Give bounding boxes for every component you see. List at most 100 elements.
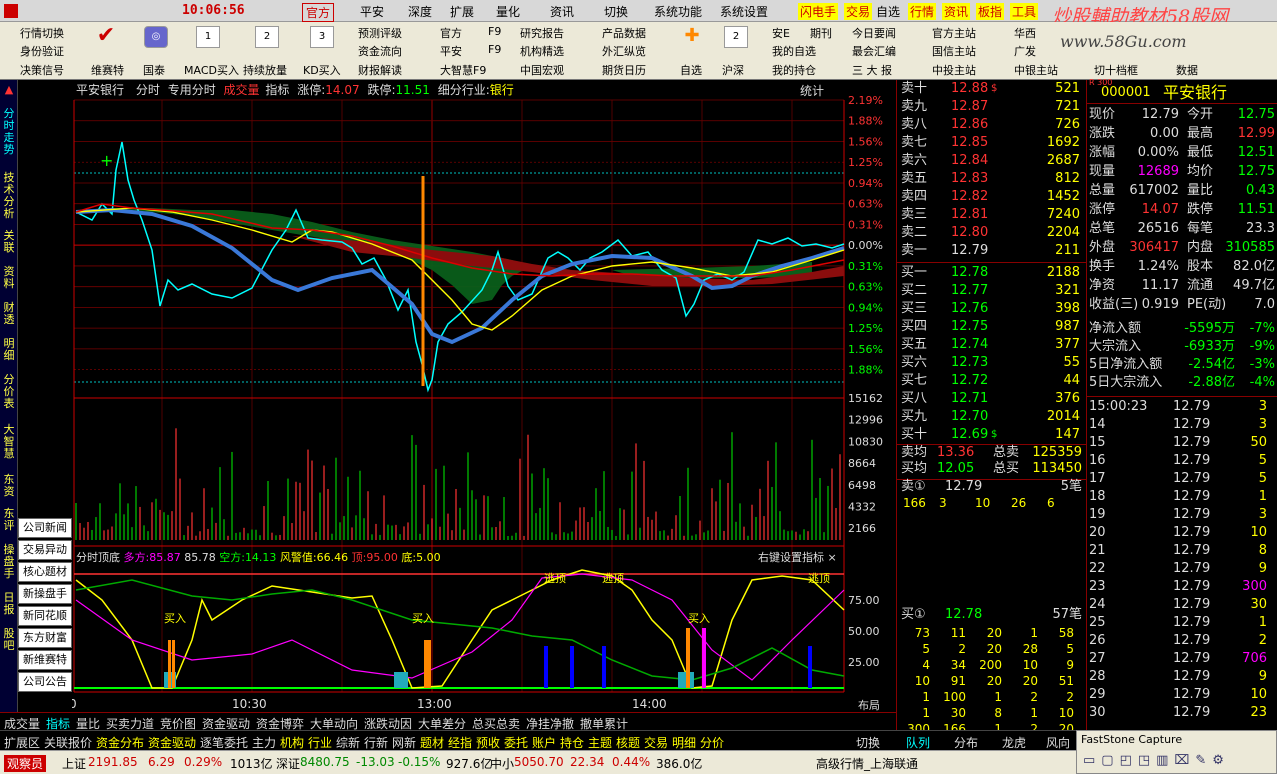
app-logo-icon[interactable] <box>4 4 18 18</box>
tb-yuce[interactable]: 预测评级 <box>358 25 402 41</box>
extension-tab[interactable]: 经指 <box>448 734 472 751</box>
right-tab[interactable]: 分布 <box>954 734 978 751</box>
menu-zixun[interactable]: 资讯 <box>550 3 574 20</box>
btn-eastmoney[interactable]: 东方财富 <box>18 628 72 648</box>
vtab-fenshi[interactable]: 分时走势 <box>1 108 17 156</box>
tb-guanfang-site[interactable]: 官方主站 <box>932 25 976 41</box>
menu-shendu[interactable]: 深度 <box>408 3 432 20</box>
tb-f9-b[interactable]: F9 <box>488 43 501 56</box>
tb-waihui[interactable]: 外汇纵览 <box>602 43 646 59</box>
extension-tab[interactable]: 账户 <box>532 734 556 751</box>
menu-tools[interactable]: 工具 <box>1010 3 1039 20</box>
vtab-caopan[interactable]: 操盘手 <box>1 544 17 580</box>
vtab-dzh[interactable]: 大智慧 <box>1 424 17 460</box>
extension-tab[interactable]: 资金分布 <box>96 734 144 751</box>
intraday-chart[interactable]: 平安银行 分时 专用分时 成交量 指标 涨停:14.07 跌停:11.51 细分… <box>72 80 896 730</box>
tb-chanpin[interactable]: 产品数据 <box>602 25 646 41</box>
favorites-icon[interactable]: ✚ <box>680 26 704 48</box>
tb-guangfa[interactable]: 广发 <box>1014 43 1036 59</box>
indicator-settings-button[interactable]: 右键设置指标 × <box>758 549 837 565</box>
extension-tab[interactable]: 行新 <box>364 734 388 751</box>
menu-system-settings[interactable]: 系统设置 <box>720 3 768 20</box>
tb-wode-zixuan[interactable]: 我的自选 <box>772 43 816 59</box>
tb-guoxin[interactable]: 国信主站 <box>932 43 976 59</box>
tb-zhongtou[interactable]: 中投主站 <box>932 62 976 78</box>
extension-tab[interactable]: 委托 <box>504 734 528 751</box>
orderbook-row[interactable]: 卖二 12.80 2204 <box>897 224 1086 242</box>
extension-tab[interactable]: 综新 <box>336 734 360 751</box>
menu-kuozhan[interactable]: 扩展 <box>450 3 474 20</box>
tb-zixuan[interactable]: 自选 <box>680 62 702 78</box>
vtab-ziliao[interactable]: 资料 <box>1 266 17 290</box>
btn-new-weisaite[interactable]: 新维赛特 <box>18 650 72 670</box>
calendar-icon[interactable]: 1 <box>196 26 220 48</box>
server-name[interactable]: 高级行情_上海联通 <box>816 755 918 772</box>
menu-qiehuan[interactable]: 切换 <box>604 3 628 20</box>
tb-guanfang[interactable]: 官方 <box>440 25 462 41</box>
tb-dzh-f9[interactable]: 大智慧F9 <box>440 62 486 78</box>
btn-new-ths[interactable]: 新同花顺 <box>18 606 72 626</box>
extension-tab[interactable]: 资金驱动 <box>148 734 196 751</box>
extension-tab[interactable]: 逐笔委托 <box>200 734 248 751</box>
tb-yaowen[interactable]: 今日要闻 <box>852 25 896 41</box>
vtab-dongping[interactable]: 东评 <box>1 508 17 532</box>
menu-zixun2[interactable]: 资讯 <box>942 3 971 20</box>
btn-company-notice[interactable]: 公司公告 <box>18 672 72 692</box>
vtab-mingxi[interactable]: 明细 <box>1 338 17 362</box>
vtab-jishu[interactable]: 技术分析 <box>1 172 17 220</box>
tb-f9-a[interactable]: F9 <box>488 25 501 38</box>
orderbook-row[interactable]: 卖四 12.82 1452 <box>897 188 1086 206</box>
tb-macd-buy[interactable]: MACD买入 <box>184 62 239 78</box>
menu-guanfang[interactable]: 官方 <box>302 3 335 22</box>
menu-flash[interactable]: 闪电手 <box>798 3 839 20</box>
menu-zixuan[interactable]: 自选 <box>876 3 900 20</box>
scroll-up-icon[interactable]: ▲ <box>1 84 17 102</box>
btn-new-caopan[interactable]: 新操盘手 <box>18 584 72 604</box>
calendar-icon[interactable]: 2 <box>724 26 748 48</box>
extension-tab[interactable]: 行业 <box>308 734 332 751</box>
menu-lianghua[interactable]: 量化 <box>496 3 520 20</box>
orderbook-row[interactable]: 买七 12.72 44 <box>897 372 1086 390</box>
tb-sanda[interactable]: 三 大 报 <box>852 62 892 78</box>
menu-banzhi[interactable]: 板指 <box>976 3 1005 20</box>
tb-guotai[interactable]: 国泰 <box>143 62 165 78</box>
tb-hangqing-qiehuan[interactable]: 行情切换 <box>20 25 64 41</box>
orderbook-row[interactable]: 卖十 12.88 $521 <box>897 80 1086 98</box>
btn-trade-anomaly[interactable]: 交易异动 <box>18 540 72 560</box>
tb-hongguan[interactable]: 中国宏观 <box>520 62 564 78</box>
tb-ane[interactable]: 安E <box>772 25 790 41</box>
role-badge[interactable]: 观察员 <box>4 755 47 772</box>
orderbook-row[interactable]: 卖六 12.84 2687 <box>897 152 1086 170</box>
orderbook-row[interactable]: 卖一 12.79 211 <box>897 242 1086 260</box>
calendar-icon[interactable]: 2 <box>255 26 279 48</box>
orderbook-row[interactable]: 卖五 12.83 812 <box>897 170 1086 188</box>
orderbook-row[interactable]: 买十 12.69 $147 <box>897 426 1086 444</box>
faststone-capture-toolbar[interactable]: FastStone Capture ▭▢◰◳▥⌧✎⚙ <box>1076 730 1277 774</box>
extension-tab[interactable]: 主力 <box>252 734 276 751</box>
orderbook-row[interactable]: 买五 12.74 377 <box>897 336 1086 354</box>
vtab-fenjia[interactable]: 分价表 <box>1 374 17 410</box>
extension-tab[interactable]: 机构 <box>280 734 304 751</box>
orderbook-row[interactable]: 买四 12.75 987 <box>897 318 1086 336</box>
vtab-dongzi[interactable]: 东资 <box>1 474 17 498</box>
ind-name[interactable]: 分时顶底 <box>76 551 120 564</box>
menu-trade[interactable]: 交易 <box>844 3 873 20</box>
orderbook-row[interactable]: 买八 12.71 376 <box>897 390 1086 408</box>
tb-shuju[interactable]: 数据 <box>1176 62 1198 78</box>
tb-juece[interactable]: 决策信号 <box>20 62 64 78</box>
tb-jigou[interactable]: 机构精选 <box>520 43 564 59</box>
extension-tab[interactable]: 扩展区 <box>4 734 40 751</box>
tb-weisaite[interactable]: 维赛特 <box>91 62 124 78</box>
vtab-ribao[interactable]: 日报 <box>1 592 17 616</box>
menu-system-func[interactable]: 系统功能 <box>654 3 702 20</box>
tb-huaxi[interactable]: 华西 <box>1014 25 1036 41</box>
vtab-guba[interactable]: 股吧 <box>1 628 17 652</box>
orderbook-row[interactable]: 卖三 12.81 7240 <box>897 206 1086 224</box>
tb-zhongyin[interactable]: 中银主站 <box>1014 62 1058 78</box>
tb-qihuo[interactable]: 期货日历 <box>602 62 646 78</box>
extension-tab[interactable]: 分价 <box>700 734 724 751</box>
extension-tab[interactable]: 预收 <box>476 734 500 751</box>
capture-tools-icon[interactable]: ▭▢◰◳▥⌧✎⚙ <box>1083 753 1230 768</box>
orderbook-row[interactable]: 买三 12.76 398 <box>897 300 1086 318</box>
tb-zijin[interactable]: 资金流向 <box>358 43 402 59</box>
